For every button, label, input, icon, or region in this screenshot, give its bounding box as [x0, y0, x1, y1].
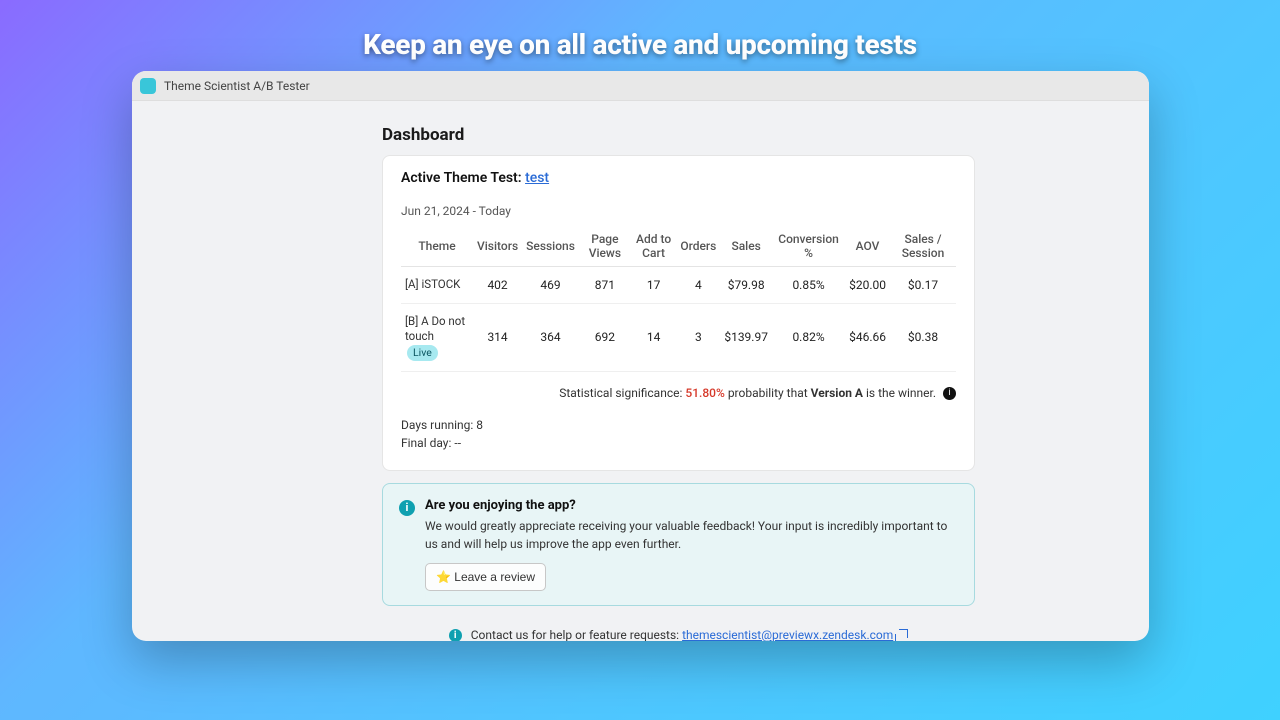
live-badge: Live [407, 345, 438, 361]
app-window: Theme Scientist A/B Tester Dashboard Act… [132, 71, 1149, 641]
cell-orders: 3 [676, 303, 720, 371]
cell-sales_session: $0.17 [890, 267, 956, 304]
card-title: Active Theme Test: test [401, 170, 956, 186]
sig-middle: probability that [728, 386, 808, 400]
cell-conversion: 0.85% [772, 267, 845, 304]
col-orders: Orders [676, 226, 720, 267]
sig-suffix: is the winner. [866, 386, 936, 400]
page-title: Dashboard [382, 125, 1149, 145]
feedback-text: We would greatly appreciate receiving yo… [425, 517, 958, 553]
cell-sessions: 364 [522, 303, 579, 371]
contact-prefix: Contact us for help or feature requests: [471, 628, 679, 641]
col-theme: Theme [401, 226, 473, 267]
sig-prefix: Statistical significance: [559, 386, 682, 400]
cell-theme: [B] A Do not touch Live [401, 303, 473, 371]
col-aov: AOV [845, 226, 890, 267]
contact-line: i Contact us for help or feature request… [382, 628, 975, 641]
feedback-title: Are you enjoying the app? [425, 498, 958, 513]
hero-caption: Keep an eye on all active and upcoming t… [0, 0, 1280, 61]
feedback-card: i Are you enjoying the app? We would gre… [382, 483, 975, 606]
titlebar: Theme Scientist A/B Tester [132, 71, 1149, 101]
cell-sales: $139.97 [720, 303, 772, 371]
cell-visitors: 314 [473, 303, 522, 371]
results-table: Theme Visitors Sessions Page Views Add t… [401, 226, 956, 372]
col-sales: Sales [720, 226, 772, 267]
active-test-card: Active Theme Test: test Jun 21, 2024 - T… [382, 155, 975, 471]
sig-winner: Version A [811, 386, 863, 400]
col-conversion: Conversion % [772, 226, 845, 267]
cell-aov: $20.00 [845, 267, 890, 304]
external-link-icon [899, 629, 908, 638]
cell-page_views: 692 [579, 303, 631, 371]
info-icon: i [399, 500, 415, 516]
app-icon [140, 78, 156, 94]
table-row: [A] iSTOCK 402469871174$79.980.85%$20.00… [401, 267, 956, 304]
meta-info: Days running: 8 Final day: -- [401, 416, 956, 452]
cell-orders: 4 [676, 267, 720, 304]
leave-review-button[interactable]: ⭐ Leave a review [425, 563, 546, 591]
cell-aov: $46.66 [845, 303, 890, 371]
cell-visitors: 402 [473, 267, 522, 304]
cell-sales_session: $0.38 [890, 303, 956, 371]
col-visitors: Visitors [473, 226, 522, 267]
col-pageviews: Page Views [579, 226, 631, 267]
cell-add_to_cart: 14 [631, 303, 676, 371]
col-addtocart: Add to Cart [631, 226, 676, 267]
days-running-label: Days running: [401, 418, 473, 432]
days-running-value: 8 [476, 418, 483, 432]
col-salessession: Sales / Session [890, 226, 956, 267]
cell-add_to_cart: 17 [631, 267, 676, 304]
final-day-value: -- [454, 436, 461, 450]
cell-theme: [A] iSTOCK [401, 267, 473, 304]
cell-conversion: 0.82% [772, 303, 845, 371]
significance-line: Statistical significance: 51.80% probabi… [401, 386, 956, 400]
info-icon: i [449, 629, 462, 641]
col-sessions: Sessions [522, 226, 579, 267]
date-range: Jun 21, 2024 - Today [401, 204, 956, 218]
info-icon[interactable]: i [943, 387, 956, 400]
contact-email-link[interactable]: themescientist@previewx.zendesk.com [682, 628, 893, 641]
sig-percent: 51.80% [685, 386, 724, 400]
active-test-label: Active Theme Test: [401, 170, 522, 186]
content-area: Dashboard Active Theme Test: test Jun 21… [132, 101, 1149, 641]
table-row: [B] A Do not touch Live314364692143$139.… [401, 303, 956, 371]
app-title: Theme Scientist A/B Tester [164, 79, 310, 93]
cell-sessions: 469 [522, 267, 579, 304]
cell-sales: $79.98 [720, 267, 772, 304]
active-test-link[interactable]: test [525, 170, 549, 186]
cell-page_views: 871 [579, 267, 631, 304]
final-day-label: Final day: [401, 436, 451, 450]
